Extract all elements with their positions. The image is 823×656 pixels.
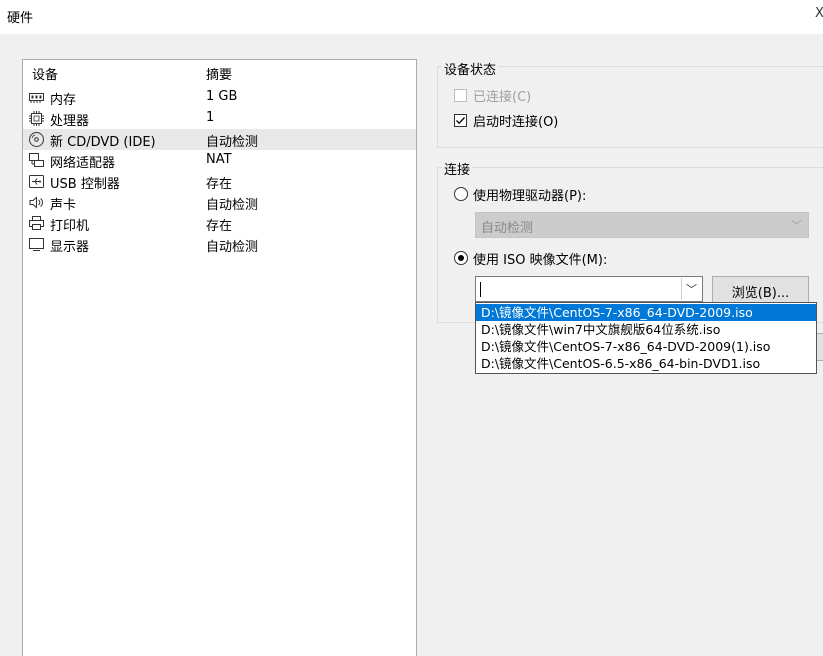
device-row-network-adapter[interactable]: 网络适配器 NAT (23, 150, 416, 171)
device-status-group (437, 66, 823, 148)
device-row-cd-dvd[interactable]: 新 CD/DVD (IDE) 自动检测 (23, 129, 416, 150)
printer-icon (29, 216, 44, 230)
device-row-sound[interactable]: 声卡 自动检测 (23, 192, 416, 213)
device-name: 新 CD/DVD (IDE) (50, 135, 156, 150)
column-header-summary[interactable]: 摘要 (206, 64, 232, 83)
iso-history-item[interactable]: D:\镜像文件\CentOS-7-x86_64-DVD-2009.iso (476, 304, 816, 321)
iso-history-item[interactable]: D:\镜像文件\CentOS-6.5-x86_64-bin-DVD1.iso (476, 355, 816, 372)
device-status-title: 设备状态 (442, 59, 499, 78)
cd-dvd-icon (29, 132, 44, 147)
iso-path-dropdown-button[interactable]: ﹀ (681, 278, 701, 300)
connected-checkbox[interactable] (454, 89, 467, 102)
processor-icon (29, 111, 44, 126)
device-summary: 1 GB (206, 89, 238, 104)
physical-drive-label: 使用物理驱动器(P): (473, 189, 587, 204)
device-row-display[interactable]: 显示器 自动检测 (23, 234, 416, 255)
close-button[interactable]: X (815, 6, 823, 21)
title-bar: 硬件 X (0, 0, 823, 34)
device-summary: 存在 (206, 219, 233, 234)
browse-button-label: 浏览(B)... (731, 286, 790, 301)
device-list[interactable]: 设备 摘要 内存 1 GB 处理器 1 新 CD/DVD (IDE) 自动检测 … (22, 59, 417, 656)
sound-icon (29, 196, 43, 209)
connect-at-power-on-label: 启动时连接(O) (473, 115, 559, 130)
device-name: 处理器 (50, 114, 90, 129)
column-header-device[interactable]: 设备 (32, 64, 58, 83)
checkmark-icon (456, 117, 465, 125)
device-summary: 存在 (206, 177, 233, 192)
iso-path-combobox[interactable]: ﹀ (475, 276, 703, 302)
iso-image-radio[interactable] (454, 251, 468, 265)
iso-image-label: 使用 ISO 映像文件(M): (473, 253, 608, 268)
chevron-down-icon: ﹀ (686, 283, 697, 296)
device-name: 显示器 (50, 240, 90, 255)
device-summary: 自动检测 (206, 198, 259, 213)
device-name: 网络适配器 (50, 156, 116, 171)
device-name: 声卡 (50, 198, 77, 213)
memory-icon (29, 93, 44, 103)
window-title: 硬件 (7, 11, 34, 26)
list-header: 设备 摘要 (23, 60, 416, 83)
connection-title: 连接 (442, 159, 473, 178)
display-icon (29, 238, 44, 251)
physical-drive-radio[interactable] (454, 187, 468, 201)
usb-icon (29, 175, 44, 188)
network-adapter-icon (29, 153, 44, 167)
device-summary: 自动检测 (206, 135, 259, 150)
iso-history-item[interactable]: D:\镜像文件\CentOS-7-x86_64-DVD-2009(1).iso (476, 338, 816, 355)
iso-history-item[interactable]: D:\镜像文件\win7中文旗舰版64位系统.iso (476, 321, 816, 338)
physical-drive-select[interactable]: 自动检测 ﹀ (475, 212, 809, 238)
text-caret (480, 282, 481, 297)
browse-button[interactable]: 浏览(B)... (712, 276, 809, 303)
device-summary: 自动检测 (206, 240, 259, 255)
iso-history-dropdown[interactable]: D:\镜像文件\CentOS-7-x86_64-DVD-2009.iso D:\… (475, 302, 817, 374)
device-name: 内存 (50, 93, 77, 108)
physical-drive-select-value: 自动检测 (481, 221, 534, 236)
device-row-printer[interactable]: 打印机 存在 (23, 213, 416, 234)
device-summary: 1 (206, 110, 215, 125)
device-name: 打印机 (50, 219, 90, 234)
device-row-memory[interactable]: 内存 1 GB (23, 87, 416, 108)
chevron-down-icon: ﹀ (791, 219, 802, 232)
device-row-processor[interactable]: 处理器 1 (23, 108, 416, 129)
device-summary: NAT (206, 152, 232, 167)
connected-label: 已连接(C) (473, 90, 532, 105)
connect-at-power-on-checkbox[interactable] (454, 114, 467, 127)
radio-selected-dot (458, 255, 464, 261)
device-row-usb[interactable]: USB 控制器 存在 (23, 171, 416, 192)
device-name: USB 控制器 (50, 177, 120, 192)
